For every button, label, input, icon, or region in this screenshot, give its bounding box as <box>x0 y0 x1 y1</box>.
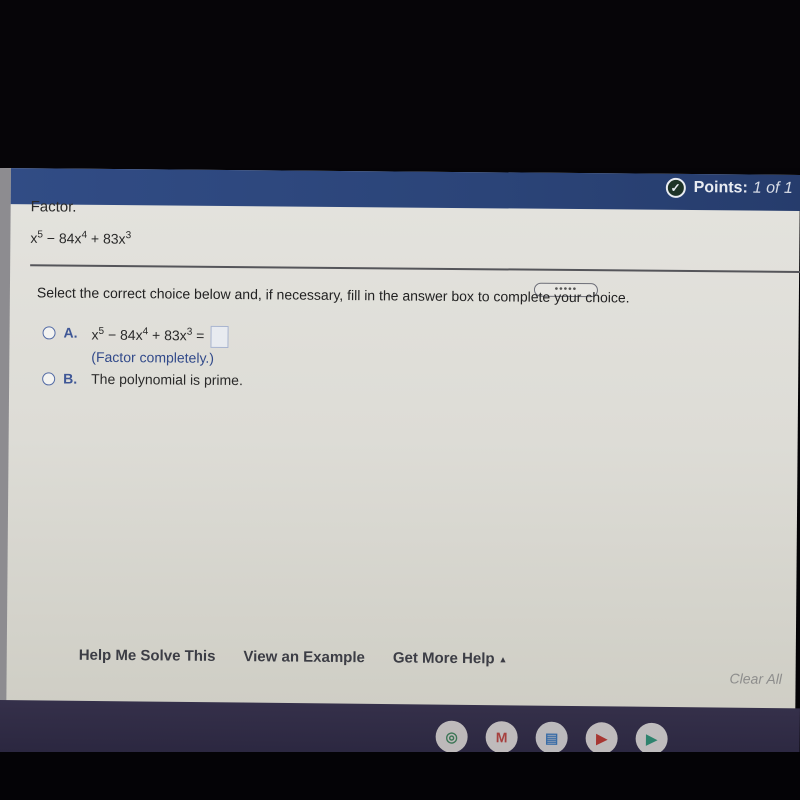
choice-b-text: The polynomial is prime. <box>91 370 243 389</box>
expr-term: + 83x <box>148 327 187 344</box>
youtube-icon[interactable]: ▶ <box>585 722 618 755</box>
laptop-bezel-bottom <box>0 752 800 800</box>
radio-button-b[interactable] <box>42 372 56 386</box>
section-divider <box>30 264 800 273</box>
expr-equals: = <box>192 327 205 344</box>
question-label: Factor. <box>30 198 77 216</box>
question-expression: x5 − 84x4 + 83x3 <box>30 229 131 247</box>
answer-choices: A. x5 − 84x4 + 83x3 = (Factor completely… <box>42 324 243 394</box>
answer-input-box[interactable] <box>210 325 229 348</box>
screen: ✓ Points: 1 of 1 Factor. x5 − 84x4 + 83x… <box>0 168 800 710</box>
play-store-icon[interactable]: ▶ <box>635 722 668 755</box>
gmail-icon[interactable]: M <box>485 721 518 754</box>
question: Factor. x5 − 84x4 + 83x3 <box>30 198 131 247</box>
choice-a[interactable]: A. x5 − 84x4 + 83x3 = (Factor completely… <box>42 324 243 366</box>
expr-term: + 83x <box>86 230 126 247</box>
clear-all-button[interactable]: Clear All <box>730 670 783 686</box>
caret-up-icon: ▲ <box>498 654 508 665</box>
get-more-help-label: Get More Help <box>392 649 495 668</box>
radio-button-a[interactable] <box>42 326 56 340</box>
points-value: 1 of 1 <box>752 179 793 197</box>
choice-a-expression: x5 − 84x4 + 83x3 = <box>91 325 229 348</box>
check-circle-icon: ✓ <box>665 177 686 198</box>
chrome-icon[interactable]: ◎ <box>435 720 468 753</box>
choice-letter: A. <box>63 324 78 341</box>
get-more-help-button[interactable]: Get More Help ▲ <box>393 649 508 667</box>
help-bar: Help Me Solve This View an Example Get M… <box>79 647 536 668</box>
expr-term: − 84x <box>104 326 143 343</box>
camera-bezel-top <box>0 0 800 168</box>
choice-b[interactable]: B. The polynomial is prime. <box>42 370 243 388</box>
choice-a-hint: (Factor completely.) <box>91 348 215 366</box>
points-label: Points: <box>693 179 748 197</box>
docs-icon[interactable]: ▤ <box>535 721 568 754</box>
expr-term: x <box>30 229 38 246</box>
help-me-solve-this-link[interactable]: Help Me Solve This <box>79 647 216 665</box>
points-indicator: ✓ Points: 1 of 1 <box>665 177 793 199</box>
left-sidebar-edge <box>0 168 11 704</box>
expr-term: − 84x <box>42 230 82 247</box>
choice-letter: B. <box>63 370 78 387</box>
app-dock: ◎ M ▤ ▶ ▶ <box>435 720 685 756</box>
expr-exponent: 3 <box>125 230 132 242</box>
view-an-example-link[interactable]: View an Example <box>243 648 365 666</box>
